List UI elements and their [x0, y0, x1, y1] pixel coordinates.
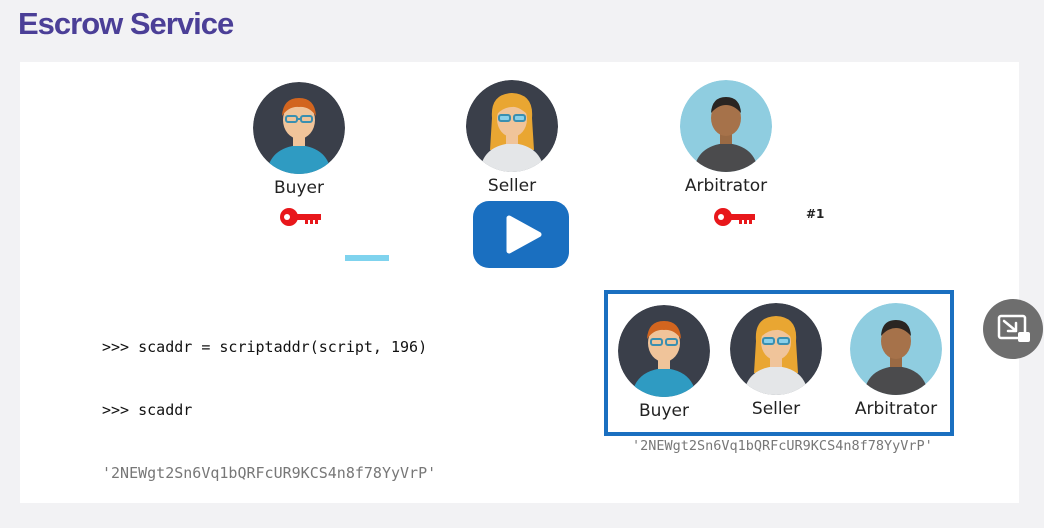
- code-block: >>> scaddr = scriptaddr(script, 196) >>>…: [102, 295, 436, 505]
- party-label: Seller: [487, 176, 537, 196]
- multisig-member-arbitrator: Arbitrator: [848, 303, 944, 419]
- multisig-member-seller: Seller: [728, 303, 824, 419]
- play-icon: [506, 215, 542, 254]
- member-label: Buyer: [639, 401, 689, 421]
- key-icon: [714, 208, 755, 226]
- buyer-avatar-icon: [253, 82, 345, 174]
- multisig-member-buyer: Buyer: [616, 305, 712, 421]
- code-line: >>> scaddr = scriptaddr(script, 196): [102, 338, 428, 356]
- seller-avatar-icon: [466, 80, 558, 172]
- party-buyer: Buyer: [253, 82, 345, 198]
- arbitrator-key-note: #1: [806, 207, 825, 221]
- party-seller: Seller: [466, 80, 558, 196]
- buyer-avatar-icon: [618, 305, 710, 397]
- party-arbitrator: Arbitrator: [680, 80, 772, 196]
- multisig-address-caption: '2NEWgt2Sn6Vq1bQRFcUR9KCS4n8f78YyVrP': [632, 438, 933, 454]
- code-line: >>> scaddr: [102, 401, 193, 419]
- play-button[interactable]: [473, 201, 569, 268]
- picture-in-picture-button[interactable]: [983, 299, 1043, 359]
- arbitrator-avatar-icon: [850, 303, 942, 395]
- key-icon: [280, 208, 321, 226]
- picture-in-picture-icon: [997, 314, 1030, 342]
- party-label: Buyer: [274, 178, 324, 198]
- code-highlight: [345, 255, 389, 261]
- seller-avatar-icon: [730, 303, 822, 395]
- member-label: Seller: [751, 399, 801, 419]
- code-output: '2NEWgt2Sn6Vq1bQRFcUR9KCS4n8f78YyVrP': [102, 464, 437, 482]
- page-title: Escrow Service: [18, 6, 234, 41]
- party-label: Arbitrator: [684, 176, 768, 196]
- arbitrator-avatar-icon: [680, 80, 772, 172]
- member-label: Arbitrator: [854, 399, 938, 419]
